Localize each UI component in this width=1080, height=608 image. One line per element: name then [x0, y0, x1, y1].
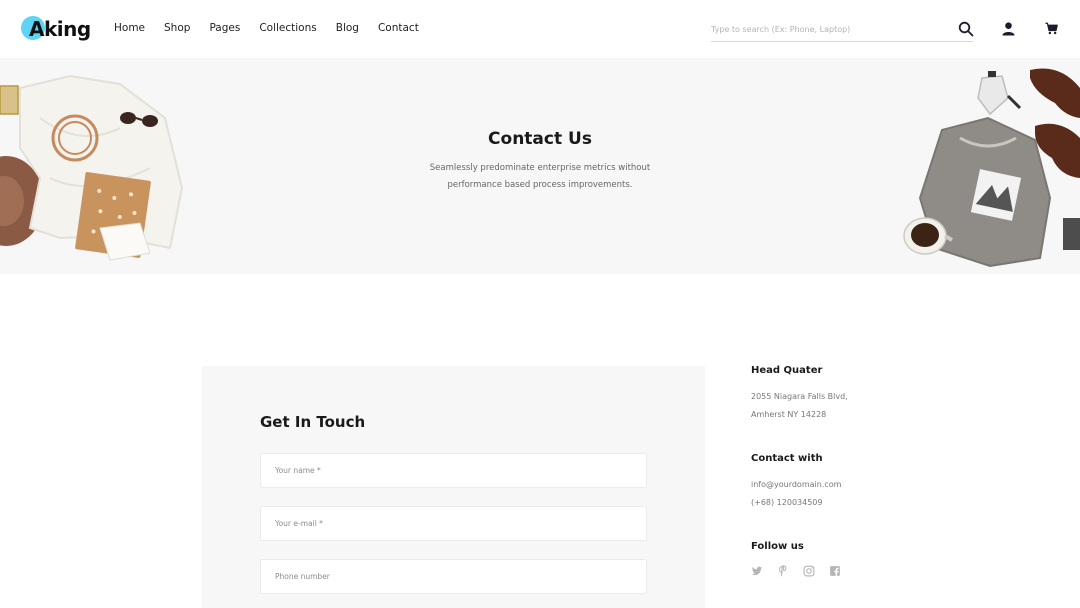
phone-field-wrap	[260, 559, 647, 594]
cart-icon[interactable]	[1045, 22, 1058, 35]
form-title: Get In Touch	[260, 413, 366, 431]
contact-with-heading: Contact with	[751, 453, 823, 464]
follow-us-heading: Follow us	[751, 541, 804, 552]
search-input[interactable]	[711, 20, 946, 38]
head-quarter-heading: Head Quater	[751, 365, 823, 376]
contact-form: Get In Touch	[202, 366, 705, 608]
nav-pages[interactable]: Pages	[209, 22, 240, 34]
instagram-icon[interactable]	[803, 565, 815, 577]
nav-collections[interactable]: Collections	[259, 22, 316, 34]
nav-shop[interactable]: Shop	[164, 22, 190, 34]
logo-text: Aking	[29, 17, 91, 41]
user-icon[interactable]	[1001, 21, 1016, 36]
hero-fashion-illustration-right	[903, 68, 1080, 268]
email-field-wrap	[260, 506, 647, 541]
page-hero: Contact Us Seamlessly predominate enterp…	[0, 58, 1080, 274]
social-links	[751, 565, 841, 577]
phone-input[interactable]	[261, 560, 646, 593]
search-bar	[711, 18, 974, 42]
logo[interactable]: Aking	[21, 16, 91, 44]
address-line-2: Amherst NY 14228	[751, 410, 827, 419]
page-subtitle: Seamlessly predominate enterprise metric…	[429, 163, 651, 190]
nav-contact[interactable]: Contact	[378, 22, 419, 34]
nav-home[interactable]: Home	[114, 22, 145, 34]
hero-fashion-illustration-left	[0, 74, 184, 261]
name-field-wrap	[260, 453, 647, 488]
main-nav: Home Shop Pages Collections Blog Contact	[114, 22, 419, 34]
site-header: Aking Home Shop Pages Collections Blog C…	[0, 0, 1080, 58]
email-input[interactable]	[261, 507, 646, 540]
pinterest-icon[interactable]	[777, 565, 789, 577]
facebook-icon[interactable]	[829, 565, 841, 577]
name-input[interactable]	[261, 454, 646, 487]
nav-blog[interactable]: Blog	[336, 22, 359, 34]
contact-email[interactable]: info@yourdomain.com	[751, 480, 841, 489]
address-line-1: 2055 Niagara Falls Blvd,	[751, 392, 848, 401]
contact-phone[interactable]: (+68) 120034509	[751, 498, 822, 507]
search-icon[interactable]	[958, 21, 974, 37]
twitter-icon[interactable]	[751, 565, 763, 577]
